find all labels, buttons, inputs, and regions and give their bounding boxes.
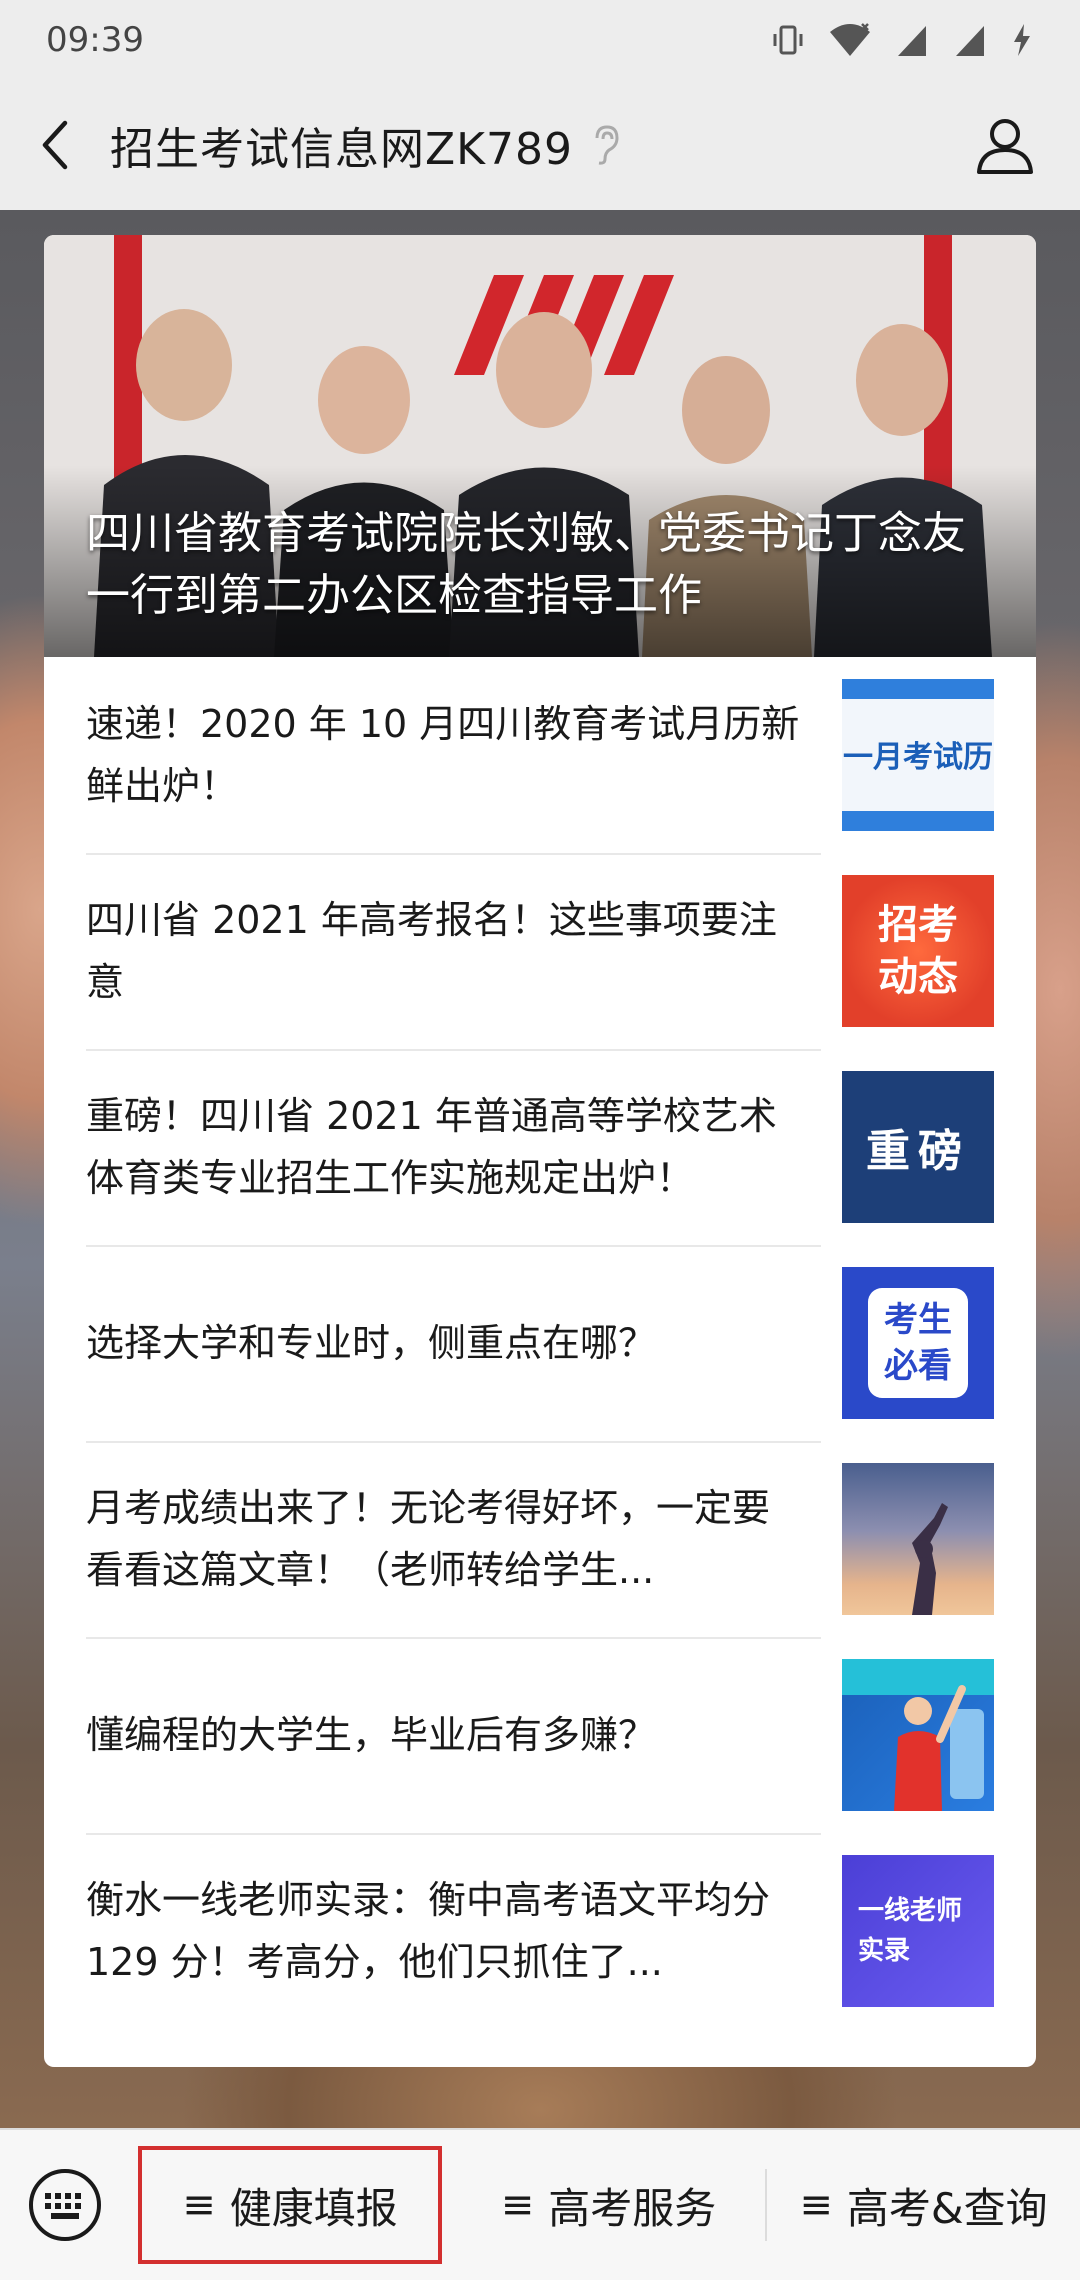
article-thumbnail: 招考动态 <box>842 875 994 1027</box>
hero-article[interactable]: 四川省教育考试院院长刘敏、党委书记丁念友一行到第二办公区检查指导工作 <box>44 235 1036 657</box>
silhouette-icon <box>912 1503 948 1615</box>
profile-button[interactable] <box>960 100 1050 190</box>
status-icons <box>770 22 1034 58</box>
article-thumbnail: 一线老师 实录 <box>842 1855 994 2007</box>
article-title: 选择大学和专业时，侧重点在哪？ <box>86 1321 657 1365</box>
vibrate-icon <box>773 25 803 55</box>
list-item[interactable]: 懂编程的大学生，毕业后有多赚？ <box>86 1637 994 1833</box>
signal-icon <box>898 26 926 56</box>
menu-label: 高考服务 <box>548 2183 717 2233</box>
article-thumbnail <box>842 1463 994 1615</box>
thumb-label: 重磅 <box>866 1126 970 1177</box>
article-card: 四川省教育考试院院长刘敏、党委书记丁念友一行到第二办公区检查指导工作 速递！20… <box>44 235 1036 2067</box>
status-bar: 09:39 <box>0 0 1080 80</box>
thumb-label: 招考动态 <box>878 902 958 1000</box>
thumb-label: 一月考试历 <box>843 740 993 775</box>
article-thumbnail: 一月考试历 <box>842 679 994 831</box>
list-item[interactable]: 选择大学和专业时，侧重点在哪？ 考生必看 <box>86 1245 994 1441</box>
article-list: 速递！2020 年 10 月四川教育考试月历新鲜出炉！ 一月考试历 四川省 20… <box>44 657 1036 2029</box>
menu-list-icon: ≡ <box>500 2182 535 2228</box>
list-item[interactable]: 月考成绩出来了！无论考得好坏，一定要看看这篇文章！（老师转给学生... <box>86 1441 994 1637</box>
thumb-label: 一线老师 实录 <box>858 1896 963 1966</box>
article-title: 月考成绩出来了！无论考得好坏，一定要看看这篇文章！（老师转给学生... <box>86 1486 771 1592</box>
charging-icon <box>1014 24 1030 56</box>
menu-label: 健康填报 <box>229 2183 398 2233</box>
list-item[interactable]: 四川省 2021 年高考报名！这些事项要注意 招考动态 <box>86 853 994 1049</box>
article-thumbnail <box>842 1659 994 1811</box>
bottom-menu: ≡ 健康填报 ≡ 高考服务 ≡ 高考&查询 <box>0 2128 1080 2280</box>
status-time: 09:39 <box>46 20 144 60</box>
student-illustration-icon <box>842 1659 994 1811</box>
keyboard-toggle-button[interactable] <box>0 2129 130 2280</box>
hero-caption: 四川省教育考试院院长刘敏、党委书记丁念友一行到第二办公区检查指导工作 <box>86 508 966 621</box>
menu-gaokao-service[interactable]: ≡ 高考服务 <box>452 2129 765 2280</box>
person-icon <box>977 119 1033 174</box>
back-button[interactable] <box>0 80 110 210</box>
article-title: 重磅！四川省 2021 年普通高等学校艺术体育类专业招生工作实施规定出炉！ <box>86 1094 777 1200</box>
article-thumbnail: 考生必看 <box>842 1267 994 1419</box>
signal-icon-2 <box>956 26 984 56</box>
page-title: 招生考试信息网ZK789 <box>110 124 573 175</box>
list-item[interactable]: 重磅！四川省 2021 年普通高等学校艺术体育类专业招生工作实施规定出炉！ 重磅 <box>86 1049 994 1245</box>
keyboard-icon <box>29 2169 101 2241</box>
article-thumbnail: 重磅 <box>842 1071 994 1223</box>
menu-gaokao-query[interactable]: ≡ 高考&查询 <box>767 2129 1080 2280</box>
list-item[interactable]: 衡水一线老师实录：衡中高考语文平均分 129 分！考高分，他们只抓住了... 一… <box>86 1833 994 2029</box>
menu-label: 高考&查询 <box>846 2183 1048 2233</box>
list-item[interactable]: 速递！2020 年 10 月四川教育考试月历新鲜出炉！ 一月考试历 <box>86 657 994 853</box>
menu-health-report[interactable]: ≡ 健康填报 <box>138 2146 442 2264</box>
back-arrow-icon <box>42 120 68 170</box>
wifi-icon <box>830 23 870 56</box>
menu-list-icon: ≡ <box>182 2182 216 2228</box>
thumb-label: 考生必看 <box>884 1300 952 1386</box>
menu-list-icon: ≡ <box>799 2182 833 2228</box>
ear-icon <box>591 124 621 166</box>
article-title: 懂编程的大学生，毕业后有多赚？ <box>86 1713 657 1757</box>
title-bar: 招生考试信息网ZK789 <box>0 80 1080 210</box>
article-title: 四川省 2021 年高考报名！这些事项要注意 <box>86 898 777 1004</box>
article-title: 衡水一线老师实录：衡中高考语文平均分 129 分！考高分，他们只抓住了... <box>86 1878 771 1984</box>
article-title: 速递！2020 年 10 月四川教育考试月历新鲜出炉！ <box>86 702 800 808</box>
